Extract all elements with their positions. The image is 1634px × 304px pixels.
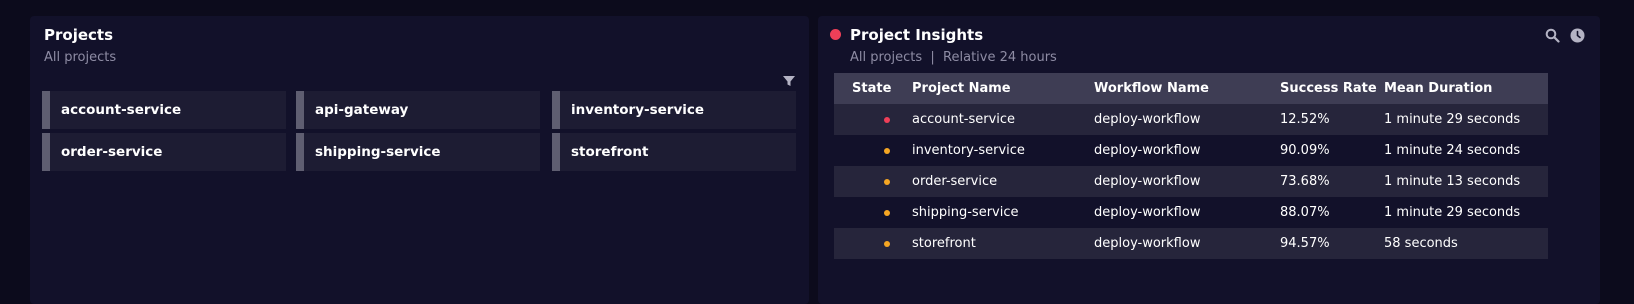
state-cell <box>834 104 912 135</box>
projects-title: Projects <box>44 26 114 44</box>
project-insights-panel: Project Insights All projects | Relative… <box>818 16 1600 304</box>
success-rate-cell: 88.07% <box>1280 197 1384 228</box>
state-cell <box>834 197 912 228</box>
project-tile-api-gateway[interactable]: api-gateway <box>296 91 540 129</box>
mean-duration-cell: 58 seconds <box>1384 228 1548 259</box>
column-header-mean-duration[interactable]: Mean Duration <box>1384 73 1548 104</box>
mean-duration-cell: 1 minute 29 seconds <box>1384 197 1548 228</box>
workflow-name-cell: deploy-workflow <box>1094 228 1280 259</box>
column-header-project-name[interactable]: Project Name <box>912 73 1094 104</box>
project-name-cell: storefront <box>912 228 1094 259</box>
workflow-name-cell: deploy-workflow <box>1094 166 1280 197</box>
project-name-cell: inventory-service <box>912 135 1094 166</box>
state-indicator <box>884 148 890 154</box>
column-header-workflow-name[interactable]: Workflow Name <box>1094 73 1280 104</box>
insights-subtitle: All projects | Relative 24 hours <box>850 50 1057 65</box>
project-tile-order-service[interactable]: order-service <box>42 133 286 171</box>
success-rate-cell: 12.52% <box>1280 104 1384 135</box>
project-tile-account-service[interactable]: account-service <box>42 91 286 129</box>
table-row[interactable]: inventory-service deploy-workflow 90.09%… <box>834 135 1548 166</box>
success-rate-cell: 90.09% <box>1280 135 1384 166</box>
state-indicator <box>884 210 890 216</box>
success-rate-cell: 73.68% <box>1280 166 1384 197</box>
mean-duration-cell: 1 minute 13 seconds <box>1384 166 1548 197</box>
projects-subtitle: All projects <box>44 50 117 65</box>
table-row[interactable]: account-service deploy-workflow 12.52% 1… <box>834 104 1548 135</box>
state-indicator <box>884 179 890 185</box>
mean-duration-cell: 1 minute 29 seconds <box>1384 104 1548 135</box>
table-row[interactable]: shipping-service deploy-workflow 88.07% … <box>834 197 1548 228</box>
filter-icon[interactable] <box>782 74 796 88</box>
search-icon[interactable] <box>1545 28 1560 43</box>
table-header-row: State Project Name Workflow Name Success… <box>834 73 1548 104</box>
workflow-name-cell: deploy-workflow <box>1094 135 1280 166</box>
workflow-name-cell: deploy-workflow <box>1094 197 1280 228</box>
state-cell <box>834 135 912 166</box>
table-row[interactable]: order-service deploy-workflow 73.68% 1 m… <box>834 166 1548 197</box>
column-header-state[interactable]: State <box>834 73 912 104</box>
workflow-name-cell: deploy-workflow <box>1094 104 1280 135</box>
state-cell <box>834 166 912 197</box>
clock-icon[interactable] <box>1570 28 1585 43</box>
column-header-success-rate[interactable]: Success Rate <box>1280 73 1384 104</box>
insights-status-indicator <box>830 29 841 40</box>
state-cell <box>834 228 912 259</box>
insights-title: Project Insights <box>850 26 984 44</box>
projects-panel: Projects All projects account-service ap… <box>30 16 809 304</box>
state-indicator <box>884 241 890 247</box>
project-tile-storefront[interactable]: storefront <box>552 133 796 171</box>
project-name-cell: order-service <box>912 166 1094 197</box>
insights-table: State Project Name Workflow Name Success… <box>834 73 1548 259</box>
project-tile-shipping-service[interactable]: shipping-service <box>296 133 540 171</box>
project-name-cell: account-service <box>912 104 1094 135</box>
project-name-cell: shipping-service <box>912 197 1094 228</box>
table-row[interactable]: storefront deploy-workflow 94.57% 58 sec… <box>834 228 1548 259</box>
mean-duration-cell: 1 minute 24 seconds <box>1384 135 1548 166</box>
state-indicator <box>884 117 890 123</box>
success-rate-cell: 94.57% <box>1280 228 1384 259</box>
project-tile-inventory-service[interactable]: inventory-service <box>552 91 796 129</box>
